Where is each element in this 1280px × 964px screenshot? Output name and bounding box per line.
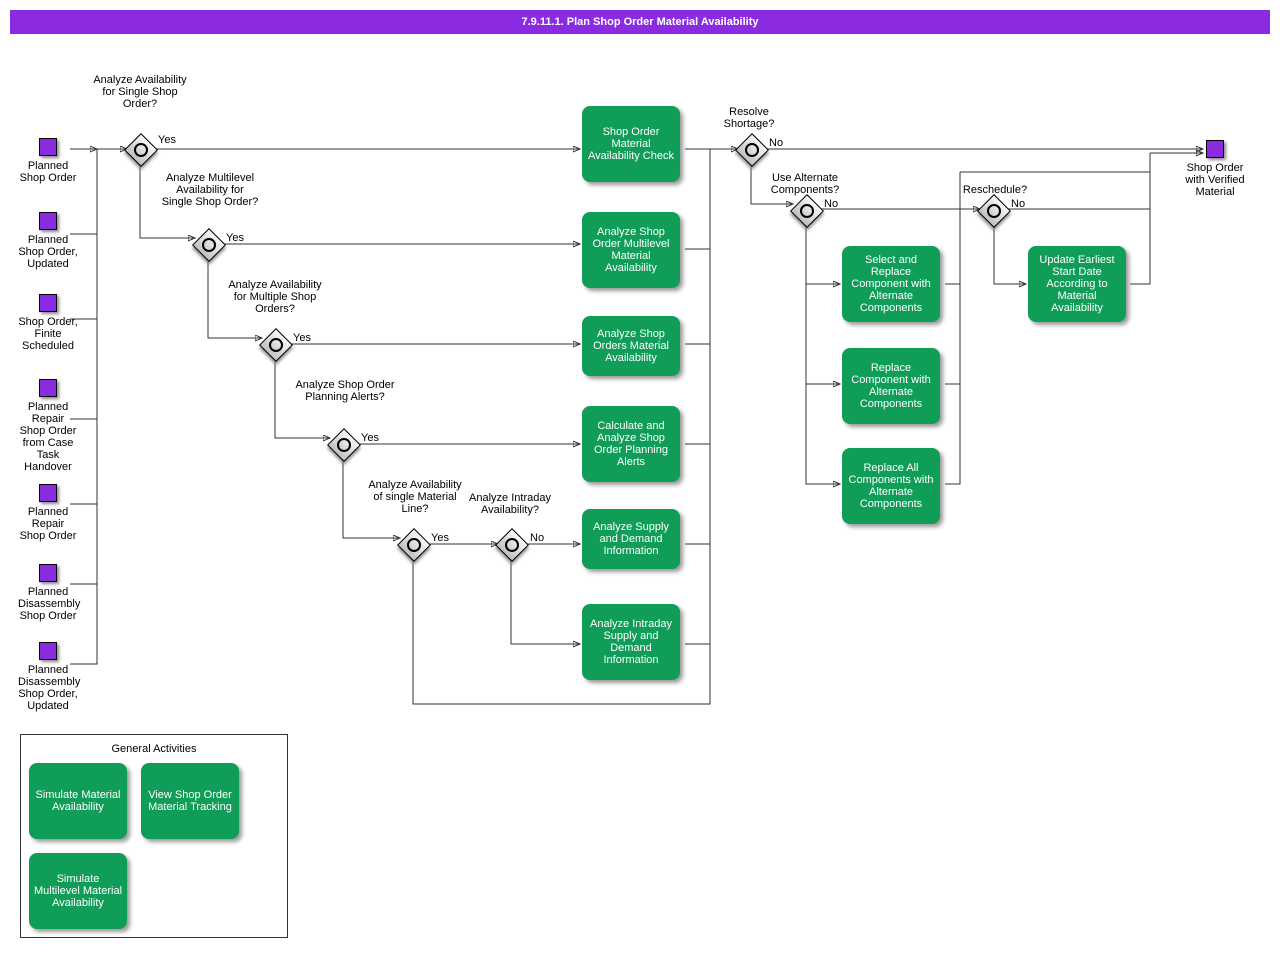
event-label: Shop Order with Verified Material	[1185, 162, 1245, 198]
page-title: 7.9.11.1. Plan Shop Order Material Avail…	[10, 10, 1270, 34]
task-view-material-tracking[interactable]: View Shop Order Material Tracking	[141, 763, 239, 839]
task-select-replace-alternate[interactable]: Select and Replace Component with Altern…	[842, 246, 940, 322]
event-label: Planned Repair Shop Order	[18, 506, 78, 542]
yes-label: Yes	[361, 432, 379, 444]
event-planned-shop-order[interactable]: Planned Shop Order	[18, 138, 78, 184]
yes-label: Yes	[158, 134, 176, 146]
yes-label: Yes	[226, 232, 244, 244]
no-label: No	[1011, 198, 1025, 210]
task-simulate-availability[interactable]: Simulate Material Availability	[29, 763, 127, 839]
no-label: No	[530, 532, 544, 544]
task-supply-demand[interactable]: Analyze Supply and Demand Information	[582, 509, 680, 569]
yes-label: Yes	[431, 532, 449, 544]
event-label: Planned Repair Shop Order from Case Task…	[18, 401, 78, 473]
event-label: Planned Shop Order	[18, 160, 78, 184]
gateway-label: Analyze Multilevel Availability for Sing…	[160, 172, 260, 208]
gateway-label: Analyze Availability for Single Shop Ord…	[90, 74, 190, 110]
gateway-label: Analyze Availability for Multiple Shop O…	[225, 279, 325, 315]
event-end-verified-material[interactable]: Shop Order with Verified Material	[1185, 140, 1245, 198]
event-repair-shop-order[interactable]: Planned Repair Shop Order	[18, 484, 78, 542]
event-disassembly-updated[interactable]: Planned Disassembly Shop Order, Updated	[18, 642, 78, 712]
task-simulate-multilevel[interactable]: Simulate Multilevel Material Availabilit…	[29, 853, 127, 929]
task-update-start-date[interactable]: Update Earliest Start Date According to …	[1028, 246, 1126, 322]
event-repair-handover[interactable]: Planned Repair Shop Order from Case Task…	[18, 379, 78, 473]
general-activities-title: General Activities	[29, 743, 279, 755]
gateway-label: Use Alternate Components?	[760, 172, 850, 196]
task-intraday-supply-demand[interactable]: Analyze Intraday Supply and Demand Infor…	[582, 604, 680, 680]
gateway-label: Resolve Shortage?	[704, 106, 794, 130]
event-planned-shop-order-updated[interactable]: Planned Shop Order, Updated	[18, 212, 78, 270]
event-label: Shop Order, Finite Scheduled	[18, 316, 78, 352]
event-finite-scheduled[interactable]: Shop Order, Finite Scheduled	[18, 294, 78, 352]
gateway-label: Analyze Intraday Availability?	[465, 492, 555, 516]
event-disassembly[interactable]: Planned Disassembly Shop Order	[18, 564, 78, 622]
task-availability-check[interactable]: Shop Order Material Availability Check	[582, 106, 680, 182]
event-label: Planned Disassembly Shop Order, Updated	[18, 664, 78, 712]
yes-label: Yes	[293, 332, 311, 344]
diagram-canvas: Planned Shop Order Planned Shop Order, U…	[0, 44, 1260, 964]
no-label: No	[824, 198, 838, 210]
event-label: Planned Disassembly Shop Order	[18, 586, 78, 622]
gateway-label: Analyze Availability of single Material …	[365, 479, 465, 515]
gateway-label: Analyze Shop Order Planning Alerts?	[295, 379, 395, 403]
general-activities-box: General Activities Simulate Material Ava…	[20, 734, 288, 938]
no-label: No	[769, 137, 783, 149]
task-replace-all-alternate[interactable]: Replace All Components with Alternate Co…	[842, 448, 940, 524]
task-multiple-orders-availability[interactable]: Analyze Shop Orders Material Availabilit…	[582, 316, 680, 376]
task-multilevel-availability[interactable]: Analyze Shop Order Multilevel Material A…	[582, 212, 680, 288]
task-planning-alerts[interactable]: Calculate and Analyze Shop Order Plannin…	[582, 406, 680, 482]
event-label: Planned Shop Order, Updated	[18, 234, 78, 270]
task-replace-alternate[interactable]: Replace Component with Alternate Compone…	[842, 348, 940, 424]
